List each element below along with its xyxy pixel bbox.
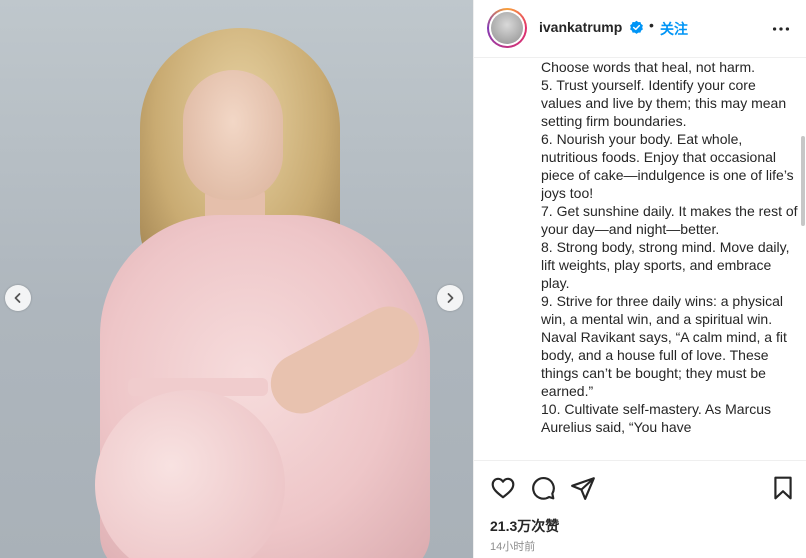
caption-line: 8. Strong body, strong mind. Move daily,… <box>541 239 790 291</box>
save-button[interactable] <box>770 475 796 501</box>
post-side-panel: ivankatrump • 关注 Choose words that heal,… <box>473 0 806 558</box>
avatar-image <box>491 12 523 44</box>
post-header: ivankatrump • 关注 <box>474 0 806 58</box>
post-actions: 21.3万次赞 14小时前 <box>474 460 806 558</box>
post-caption: Choose words that heal, not harm. 5. Tru… <box>541 58 799 458</box>
bookmark-icon <box>774 476 792 500</box>
previous-image-button[interactable] <box>5 285 31 311</box>
scrollbar-thumb[interactable] <box>801 136 805 226</box>
chevron-right-icon <box>447 293 454 303</box>
chevron-left-icon <box>14 293 21 303</box>
heart-icon <box>491 477 515 499</box>
follow-button[interactable]: 关注 <box>660 19 688 39</box>
share-button[interactable] <box>570 475 596 501</box>
comment-icon <box>532 477 555 500</box>
comment-button[interactable] <box>530 475 556 501</box>
caption-scrollbar[interactable] <box>800 58 806 460</box>
post-timestamp[interactable]: 14小时前 <box>490 538 535 554</box>
next-image-button[interactable] <box>437 285 463 311</box>
separator-dot: • <box>649 17 654 33</box>
like-count[interactable]: 21.3万次赞 <box>490 516 559 536</box>
caption-line: 5. Trust yourself. Identify your core va… <box>541 77 787 129</box>
caption-line: 10. Cultivate self-mastery. As Marcus Au… <box>541 401 772 435</box>
verified-badge-icon <box>630 20 643 34</box>
photo-face <box>183 70 283 200</box>
post-photo[interactable] <box>0 0 473 558</box>
more-options-icon[interactable] <box>770 18 792 40</box>
like-button[interactable] <box>490 475 516 501</box>
caption-line: Choose words that heal, not harm. <box>541 59 756 75</box>
avatar[interactable] <box>487 8 527 48</box>
caption-line: 7. Get sunshine daily. It makes the rest… <box>541 203 798 237</box>
share-icon <box>571 477 595 500</box>
caption-line: 9. Strive for three daily wins: a physic… <box>541 293 787 399</box>
caption-line: 6. Nourish your body. Eat whole, nutriti… <box>541 131 794 201</box>
username-link[interactable]: ivankatrump <box>539 19 622 35</box>
